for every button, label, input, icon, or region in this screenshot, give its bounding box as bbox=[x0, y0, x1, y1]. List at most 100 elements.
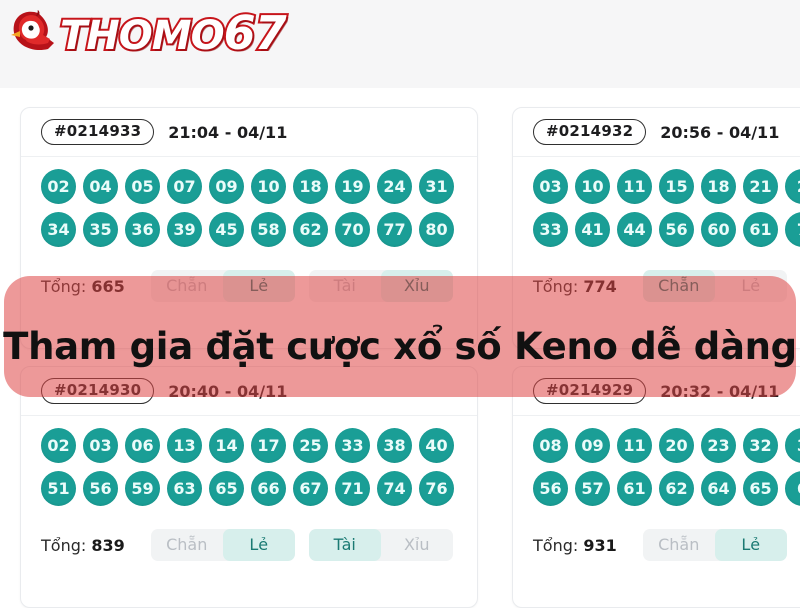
number-ball: 18 bbox=[293, 169, 328, 204]
number-ball: 80 bbox=[419, 212, 454, 247]
logo-wordmark: THOMO67 bbox=[58, 4, 289, 63]
total-value: 931 bbox=[583, 535, 617, 555]
number-ball: 20 bbox=[659, 428, 694, 463]
bet-button-chan[interactable]: Chẵn bbox=[151, 529, 223, 561]
number-ball: 63 bbox=[167, 471, 202, 506]
bet-button-le[interactable]: Lẻ bbox=[222, 529, 295, 561]
number-ball: 7 bbox=[785, 212, 800, 247]
number-ball: 36 bbox=[125, 212, 160, 247]
number-ball: 10 bbox=[251, 169, 286, 204]
number-ball: 62 bbox=[293, 212, 328, 247]
ball-row: 02 03 06 13 14 17 25 33 38 40 bbox=[41, 428, 477, 463]
draw-time: 21:04 - 04/11 bbox=[168, 122, 288, 142]
total-sum: Tổng: 931 bbox=[533, 536, 617, 555]
number-ball: 07 bbox=[167, 169, 202, 204]
number-ball: 32 bbox=[743, 428, 778, 463]
bet-button-tai[interactable]: Tài bbox=[308, 529, 381, 561]
number-ball: 10 bbox=[575, 169, 610, 204]
number-ball: 24 bbox=[377, 169, 412, 204]
number-ball: 17 bbox=[251, 428, 286, 463]
number-ball: 11 bbox=[617, 428, 652, 463]
number-ball: 06 bbox=[125, 428, 160, 463]
number-ball: 18 bbox=[701, 169, 736, 204]
card-footer: Tổng: 839 Chẵn Lẻ Tài Xỉu bbox=[21, 520, 477, 566]
card-footer: Tổng: 931 Chẵn Lẻ Tài Xỉu bbox=[513, 520, 800, 566]
number-ball: 31 bbox=[419, 169, 454, 204]
number-balls: 02 03 06 13 14 17 25 33 38 40 51 56 59 6… bbox=[21, 416, 477, 520]
number-ball: 65 bbox=[743, 471, 778, 506]
total-label: Tổng: bbox=[533, 535, 579, 555]
number-ball: 25 bbox=[293, 428, 328, 463]
total-value: 839 bbox=[91, 535, 125, 555]
site-header: THOMO67 bbox=[0, 0, 800, 88]
bet-button-chan[interactable]: Chẵn bbox=[643, 529, 715, 561]
bet-button-groups: Chẵn Lẻ Tài Xỉu bbox=[150, 529, 453, 561]
number-ball: 56 bbox=[533, 471, 568, 506]
number-ball: 35 bbox=[83, 212, 118, 247]
number-ball: 34 bbox=[41, 212, 76, 247]
site-logo[interactable]: THOMO67 bbox=[8, 4, 289, 63]
total-label: Tổng: bbox=[41, 535, 87, 555]
number-ball: 09 bbox=[209, 169, 244, 204]
bet-group-parity: Chẵn Lẻ bbox=[150, 529, 295, 561]
bet-button-xiu[interactable]: Xỉu bbox=[381, 529, 453, 561]
number-ball: 3 bbox=[785, 428, 800, 463]
number-ball: 05 bbox=[125, 169, 160, 204]
number-ball: 03 bbox=[533, 169, 568, 204]
number-ball: 61 bbox=[617, 471, 652, 506]
number-ball: 57 bbox=[575, 471, 610, 506]
ball-row: 03 10 11 15 18 21 2 bbox=[533, 169, 800, 204]
number-ball: 13 bbox=[167, 428, 202, 463]
draw-time: 20:56 - 04/11 bbox=[660, 122, 780, 142]
number-ball: 58 bbox=[251, 212, 286, 247]
number-ball: 21 bbox=[743, 169, 778, 204]
keno-result-card[interactable]: #0214930 20:40 - 04/11 02 03 06 13 14 17… bbox=[20, 366, 478, 608]
number-ball: 38 bbox=[377, 428, 412, 463]
promo-banner: Tham gia đặt cược xổ số Keno dễ dàng bbox=[3, 276, 797, 397]
keno-result-card[interactable]: #0214929 20:32 - 04/11 08 09 11 20 23 32… bbox=[512, 366, 800, 608]
ball-row: 02 04 05 07 09 10 18 19 24 31 bbox=[41, 169, 477, 204]
number-ball: 59 bbox=[125, 471, 160, 506]
number-ball: 71 bbox=[335, 471, 370, 506]
number-ball: 09 bbox=[575, 428, 610, 463]
card-header: #0214932 20:56 - 04/11 bbox=[513, 108, 800, 157]
number-ball: 66 bbox=[251, 471, 286, 506]
draw-id-badge: #0214932 bbox=[533, 119, 647, 145]
number-balls: 08 09 11 20 23 32 3 56 57 61 62 64 65 6 bbox=[513, 416, 800, 520]
number-ball: 61 bbox=[743, 212, 778, 247]
number-ball: 62 bbox=[659, 471, 694, 506]
number-ball: 02 bbox=[41, 169, 76, 204]
number-ball: 56 bbox=[659, 212, 694, 247]
bet-group-size: Tài Xỉu bbox=[308, 529, 453, 561]
number-ball: 33 bbox=[533, 212, 568, 247]
number-ball: 70 bbox=[335, 212, 370, 247]
number-ball: 2 bbox=[785, 169, 800, 204]
ball-row: 34 35 36 39 45 58 62 70 77 80 bbox=[41, 212, 477, 247]
number-ball: 67 bbox=[293, 471, 328, 506]
ball-row: 51 56 59 63 65 66 67 71 74 76 bbox=[41, 471, 477, 506]
ball-row: 56 57 61 62 64 65 6 bbox=[533, 471, 800, 506]
number-ball: 6 bbox=[785, 471, 800, 506]
bet-button-le[interactable]: Lẻ bbox=[714, 529, 787, 561]
rooster-head-icon bbox=[8, 7, 70, 61]
number-ball: 08 bbox=[533, 428, 568, 463]
logo-text-main: THOMO bbox=[58, 11, 227, 61]
number-ball: 23 bbox=[701, 428, 736, 463]
bet-button-groups: Chẵn Lẻ Tài Xỉu bbox=[642, 529, 800, 561]
number-ball: 77 bbox=[377, 212, 412, 247]
ball-row: 33 41 44 56 60 61 7 bbox=[533, 212, 800, 247]
number-balls: 03 10 11 15 18 21 2 33 41 44 56 60 61 7 bbox=[513, 157, 800, 261]
card-header: #0214933 21:04 - 04/11 bbox=[21, 108, 477, 157]
number-ball: 19 bbox=[335, 169, 370, 204]
number-ball: 44 bbox=[617, 212, 652, 247]
number-ball: 03 bbox=[83, 428, 118, 463]
number-ball: 04 bbox=[83, 169, 118, 204]
number-ball: 51 bbox=[41, 471, 76, 506]
number-ball: 65 bbox=[209, 471, 244, 506]
number-ball: 64 bbox=[701, 471, 736, 506]
total-sum: Tổng: 839 bbox=[41, 536, 125, 555]
number-ball: 41 bbox=[575, 212, 610, 247]
number-ball: 74 bbox=[377, 471, 412, 506]
number-ball: 02 bbox=[41, 428, 76, 463]
draw-id-badge: #0214933 bbox=[41, 119, 155, 145]
